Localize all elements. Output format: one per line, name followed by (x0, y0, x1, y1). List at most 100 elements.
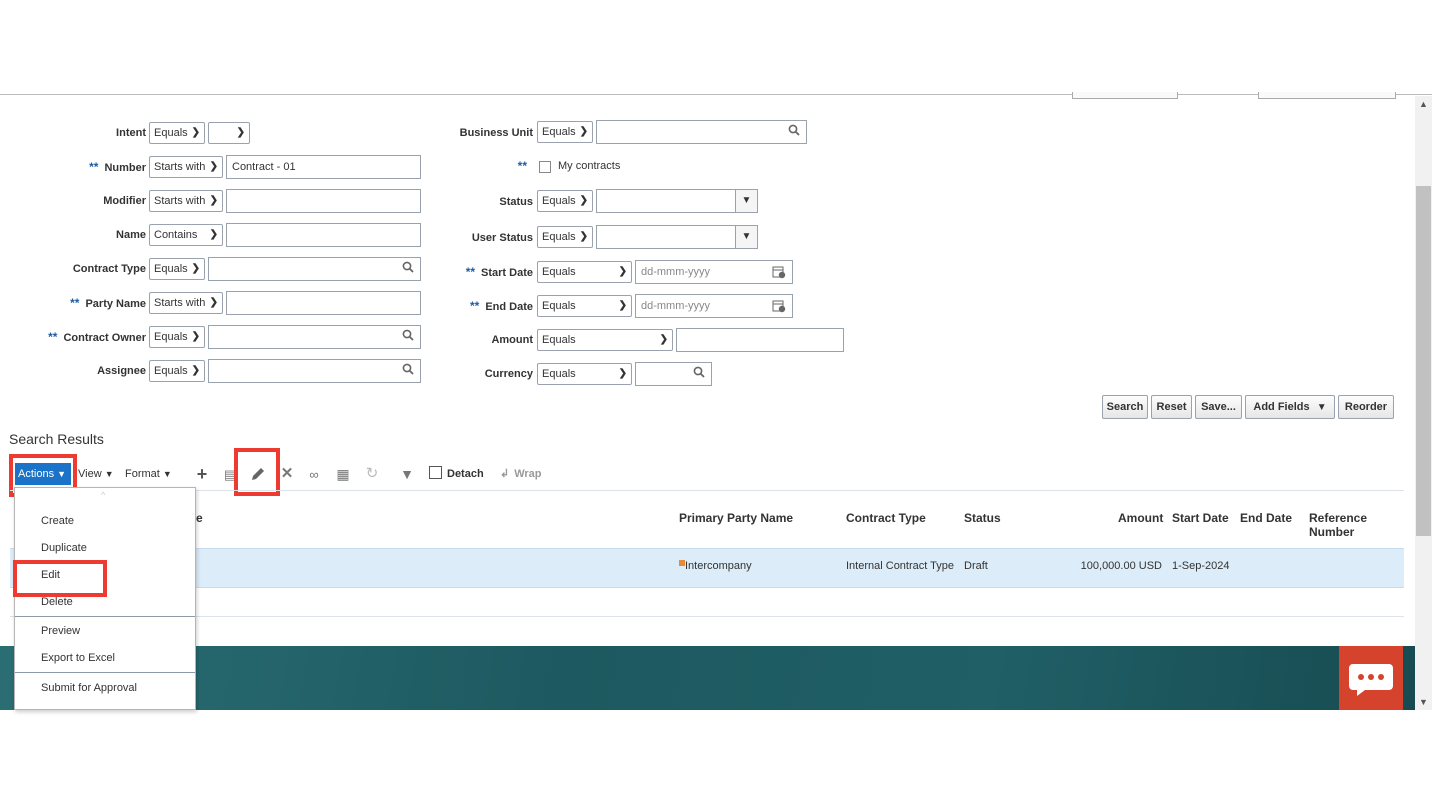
number-operator[interactable]: Starts with ❯ (149, 156, 223, 178)
view-glasses-icon[interactable]: ∞ (306, 467, 322, 483)
business-unit-label: Business Unit (459, 127, 533, 139)
number-input[interactable]: Contract - 01 (226, 155, 421, 179)
reorder-button[interactable]: Reorder (1338, 395, 1394, 419)
search-icon[interactable] (788, 124, 800, 136)
amount-operator[interactable]: Equals ❯ (537, 329, 673, 351)
edit-menu-highlight-box (13, 560, 107, 597)
intent-operator[interactable]: Equals ❯ (149, 122, 205, 144)
end-date-operator[interactable]: Equals ❯ (537, 295, 632, 317)
add-fields-button[interactable]: Add Fields ▼ (1245, 395, 1335, 419)
contract-owner-input[interactable] (208, 325, 421, 349)
start-date-input[interactable]: dd-mmm-yyyy (635, 260, 793, 284)
column-header-name[interactable]: e (196, 511, 203, 525)
contract-owner-operator[interactable]: Equals ❯ (149, 326, 205, 348)
assignee-operator[interactable]: Equals ❯ (149, 360, 205, 382)
format-menu[interactable]: Format ▼ (125, 465, 172, 483)
my-contracts-label: My contracts (558, 160, 621, 172)
view-menu[interactable]: View ▼ (78, 465, 114, 483)
contract-type-input[interactable] (208, 257, 421, 281)
menu-item-preview[interactable]: Preview (41, 625, 80, 637)
menu-item-export-excel[interactable]: Export to Excel (41, 652, 115, 664)
freeze-icon[interactable]: ▼ (399, 466, 415, 482)
save-button[interactable]: Save... (1195, 395, 1242, 419)
menu-item-submit-approval[interactable]: Submit for Approval (41, 682, 137, 694)
column-header-reference-number[interactable]: Reference Number (1309, 511, 1367, 539)
columns-icon[interactable]: ▦ (335, 466, 351, 482)
chevron-down-icon: ❯ (579, 231, 588, 242)
column-header-amount[interactable]: Amount (1118, 511, 1163, 525)
column-header-end-date[interactable]: End Date (1240, 511, 1292, 525)
menu-scroll-up-icon[interactable]: ^ (101, 490, 105, 500)
chat-button[interactable] (1339, 646, 1403, 710)
calendar-icon[interactable] (772, 299, 786, 313)
column-header-contract-type[interactable]: Contract Type (846, 511, 926, 525)
user-status-label: User Status (471, 232, 533, 244)
scroll-down-icon[interactable]: ▼ (1416, 696, 1431, 708)
header-control-stub[interactable] (1258, 92, 1396, 99)
modifier-input[interactable] (226, 189, 421, 213)
contract-type-operator[interactable]: Equals ❯ (149, 258, 205, 280)
status-label: Status (499, 196, 533, 208)
column-header-status[interactable]: Status (964, 511, 1001, 525)
party-name-input[interactable] (226, 291, 421, 315)
search-button[interactable]: Search (1102, 395, 1148, 419)
scroll-up-icon[interactable]: ▲ (1416, 98, 1431, 110)
reset-button[interactable]: Reset (1151, 395, 1192, 419)
end-date-label: ** End Date (469, 299, 533, 313)
menu-item-duplicate[interactable]: Duplicate (41, 542, 87, 554)
status-operator[interactable]: Equals ❯ (537, 190, 593, 212)
status-input[interactable] (596, 189, 736, 213)
status-dropdown-button[interactable]: ▼ (735, 189, 758, 213)
user-status-dropdown-button[interactable]: ▼ (735, 225, 758, 249)
currency-input[interactable] (635, 362, 712, 386)
party-name-label: ** Party Name (70, 296, 146, 310)
column-header-start-date[interactable]: Start Date (1172, 511, 1229, 525)
scrollbar-thumb[interactable] (1416, 186, 1431, 536)
column-header-primary-party[interactable]: Primary Party Name (679, 511, 793, 525)
search-icon[interactable] (402, 261, 414, 273)
cell-primary-party[interactable]: Intercompany (685, 560, 752, 572)
search-icon[interactable] (693, 366, 705, 378)
party-name-operator[interactable]: Starts with ❯ (149, 292, 223, 314)
modifier-operator[interactable]: Starts with ❯ (149, 190, 223, 212)
page-footer-banner (0, 646, 1415, 710)
search-icon[interactable] (402, 363, 414, 375)
amount-input[interactable] (676, 328, 844, 352)
header-control-stub[interactable] (1072, 92, 1178, 99)
edit-pencil-icon[interactable] (250, 466, 266, 482)
menu-separator (15, 616, 195, 617)
delete-icon[interactable]: ✕ (279, 466, 295, 482)
assignee-input[interactable] (208, 359, 421, 383)
start-date-label: ** Start Date (465, 265, 533, 279)
chevron-down-icon: ❯ (579, 126, 588, 137)
refresh-icon[interactable]: ↻ (364, 466, 380, 482)
wrap-button[interactable]: ↲ Wrap (500, 465, 542, 483)
currency-label: Currency (484, 368, 533, 380)
user-status-operator[interactable]: Equals ❯ (537, 226, 593, 248)
user-status-input[interactable] (596, 225, 736, 249)
chevron-down-icon: ❯ (209, 195, 218, 206)
caret-down-icon: ▼ (104, 469, 114, 479)
intent-label: Intent (116, 127, 146, 139)
business-unit-operator[interactable]: Equals ❯ (537, 121, 593, 143)
menu-item-delete[interactable]: Delete (41, 596, 73, 608)
detach-button[interactable]: Detach (429, 465, 484, 483)
menu-item-create[interactable]: Create (41, 515, 74, 527)
name-input[interactable] (226, 223, 421, 247)
chevron-down-icon: ❯ (191, 127, 200, 138)
currency-operator[interactable]: Equals ❯ (537, 363, 632, 385)
add-icon[interactable]: + (194, 465, 210, 483)
chevron-down-icon: ❯ (209, 297, 218, 308)
toolbar-divider (10, 490, 1404, 491)
calendar-icon[interactable] (772, 265, 786, 279)
name-operator[interactable]: Contains ❯ (149, 224, 223, 246)
start-date-operator[interactable]: Equals ❯ (537, 261, 632, 283)
business-unit-input[interactable] (596, 120, 807, 144)
contract-owner-label: ** Contract Owner (48, 330, 146, 344)
end-date-input[interactable]: dd-mmm-yyyy (635, 294, 793, 318)
search-icon[interactable] (402, 329, 414, 341)
my-contracts-checkbox[interactable] (539, 161, 551, 173)
intent-value-select[interactable]: ❯ (208, 122, 250, 144)
amount-label: Amount (491, 334, 533, 346)
my-contracts-required: ** (517, 159, 527, 173)
